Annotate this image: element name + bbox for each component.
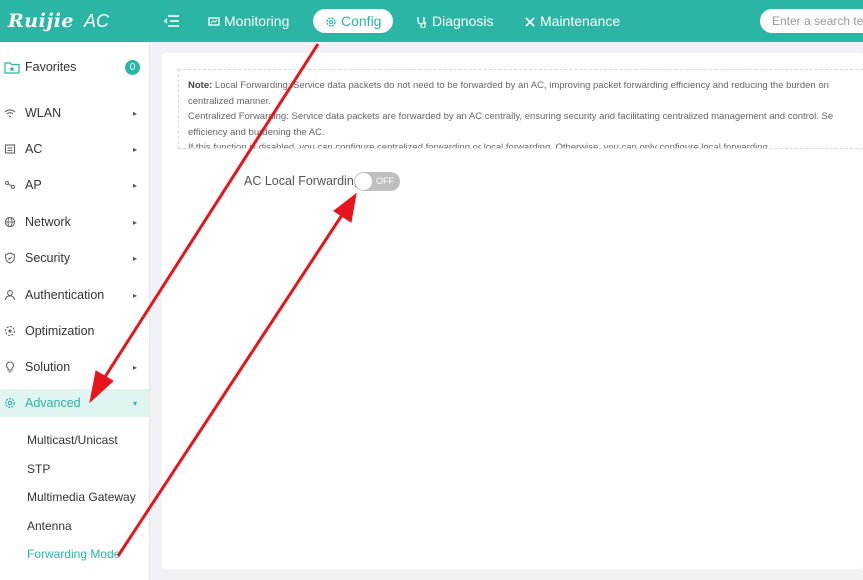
sidebar-subitem-stp[interactable]: STP [27,462,50,476]
toggle-state: OFF [376,176,394,186]
user-icon [4,289,16,301]
wifi-icon [4,107,16,119]
note-line: Centralized Forwarding: Service data pac… [188,111,834,122]
chevron-right-icon: ▸ [132,217,137,227]
note-line: centralized manner. [188,95,271,107]
ac-icon [4,143,16,155]
monitor-icon [208,15,220,27]
tools-icon [524,15,536,27]
sidebar-subitem-forwarding-mode[interactable]: Forwarding Mode [27,547,120,561]
chevron-right-icon: ▸ [132,180,137,190]
sidebar-item-security[interactable]: Security ▸ [0,244,149,272]
nav-maintenance-label: Maintenance [540,13,621,29]
nav-config-label: Config [341,13,382,29]
sidebar-item-label: AC [25,142,43,156]
nav-maintenance[interactable]: Maintenance [512,9,632,33]
sidebar-item-advanced[interactable]: Advanced ▾ [0,389,149,417]
sidebar-item-label: Network [25,215,71,229]
nav-diagnosis-label: Diagnosis [432,13,494,29]
sidebar-item-label: AP [25,178,42,192]
nav-monitoring-label: Monitoring [224,13,290,29]
logo[interactable]: Ruijie AC [8,8,109,34]
ap-icon [4,179,16,191]
note-box: Note: Local Forwarding: Service data pac… [178,69,863,149]
favorites-count-badge: 0 [125,59,140,75]
chevron-right-icon: ▸ [132,253,137,263]
note-prefix: Note: [188,80,213,91]
sidebar-item-label: WLAN [25,106,62,120]
sidebar-subitem-multimedia-gateway[interactable]: Multimedia Gateway [27,490,136,504]
sidebar-subitem-antenna[interactable]: Antenna [27,519,72,533]
star-folder-icon [4,61,20,74]
note-line: Note: Local Forwarding: Service data pac… [188,78,863,94]
sidebar-item-authentication[interactable]: Authentication ▸ [0,281,149,309]
sidebar-item-label: Security [25,251,71,265]
stethoscope-icon [416,15,428,29]
top-bar: Ruijie AC Monitoring Config Diagnosis Ma… [0,0,863,42]
sidebar-item-label: Solution [25,360,71,374]
product-name: AC [84,10,110,31]
ac-local-forwarding-toggle[interactable]: OFF [354,172,400,191]
chevron-down-icon: ▾ [132,398,137,408]
nav-config[interactable]: Config [313,9,394,33]
shield-icon [4,252,16,264]
sidebar-item-label: Authentication [25,288,105,302]
chevron-right-icon: ▸ [132,290,137,300]
gear-icon [4,397,16,409]
sidebar-item-network[interactable]: Network ▸ [0,208,149,236]
note-line-text: Local Forwarding: Service data packets d… [212,80,829,91]
logo-text: Ruijie [8,10,75,32]
chevron-right-icon: ▸ [132,144,137,154]
main-content: Note: Local Forwarding: Service data pac… [162,53,863,569]
sidebar-item-optimization[interactable]: Optimization [0,317,149,345]
search-input[interactable] [760,9,863,33]
nav-diagnosis[interactable]: Diagnosis [404,9,505,33]
toggle-knob [355,173,372,190]
ac-local-forwarding-label: AC Local Forwarding [244,174,361,188]
sidebar-item-solution[interactable]: Solution ▸ [0,353,149,381]
note-line: If this function is disabled, you can co… [188,142,771,149]
optimize-icon [4,325,16,337]
sidebar-subitem-multicast[interactable]: Multicast/Unicast [27,433,118,447]
chevron-right-icon: ▸ [132,362,137,372]
nav-monitoring[interactable]: Monitoring [196,9,301,33]
sidebar-item-label: Advanced [25,396,81,410]
sidebar-item-wlan[interactable]: WLAN ▸ [0,99,149,127]
sidebar-item-label: Optimization [25,324,95,338]
sidebar-item-ac[interactable]: AC ▸ [0,135,149,163]
gear-icon [325,15,337,27]
sidebar: Favorites 0 WLAN ▸ AC ▸ AP ▸ Network ▸ S… [0,42,150,580]
note-line: efficiency and burdening the AC. [188,126,325,138]
globe-icon [4,216,16,228]
sidebar-item-label: Favorites [25,60,77,74]
bulb-icon [4,361,16,373]
chevron-right-icon: ▸ [132,108,137,118]
sidebar-item-ap[interactable]: AP ▸ [0,171,149,199]
sidebar-item-favorites[interactable]: Favorites 0 [0,53,149,81]
menu-toggle-icon[interactable] [163,12,181,30]
